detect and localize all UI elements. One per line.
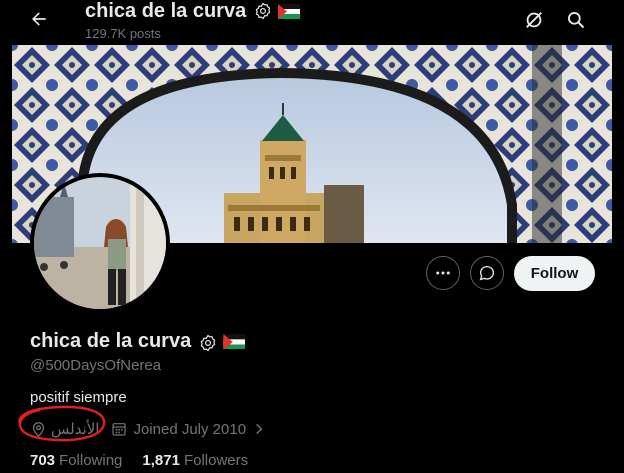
- posts-count: 129.7K posts: [85, 26, 161, 41]
- following-link[interactable]: 703 Following: [30, 452, 122, 469]
- more-horizontal-icon: [436, 271, 450, 275]
- location-item: الأندلس: [30, 420, 99, 438]
- joined-text: Joined July 2010: [133, 420, 247, 438]
- followers-link[interactable]: 1,871 Followers: [142, 452, 248, 469]
- location-pin-icon: [32, 421, 45, 437]
- follow-stats: 703 Following 1,871 Followers: [30, 452, 248, 469]
- top-bar: chica de la curva 129.7K posts: [0, 0, 624, 45]
- message-icon: [479, 265, 495, 281]
- more-button[interactable]: [426, 256, 460, 290]
- palestine-flag-icon: [278, 3, 301, 19]
- verified-org-badge-icon[interactable]: [199, 333, 217, 351]
- profile-name-row: chica de la curva: [30, 330, 246, 353]
- profile-meta: الأندلس Joined July 2010: [30, 419, 266, 439]
- chevron-right-icon: [256, 423, 263, 435]
- verified-org-badge-icon[interactable]: [254, 2, 272, 20]
- followers-count: 1,871: [142, 452, 180, 469]
- profile-bio: positif siempre: [30, 389, 127, 406]
- follow-button[interactable]: Follow: [514, 256, 595, 291]
- following-count: 703: [30, 452, 56, 469]
- header-title: chica de la curva: [85, 0, 247, 22]
- message-button[interactable]: [470, 256, 504, 290]
- palestine-flag-icon: [223, 334, 246, 349]
- calendar-icon: [112, 423, 127, 436]
- grok-button[interactable]: [520, 6, 548, 34]
- arrow-left-icon: [32, 12, 46, 26]
- joined-item[interactable]: Joined July 2010: [111, 421, 266, 438]
- grok-icon: [526, 12, 542, 28]
- search-button[interactable]: [562, 6, 590, 34]
- profile-handle: @500DaysOfNerea: [30, 357, 162, 374]
- followers-label: Followers: [183, 452, 249, 469]
- display-name: chica de la curva: [30, 330, 192, 352]
- back-button[interactable]: [24, 4, 54, 34]
- avatar[interactable]: [30, 173, 170, 313]
- location-text: الأندلس: [51, 421, 100, 438]
- avatar-image: [34, 177, 166, 309]
- header-title-block: chica de la curva 129.7K posts: [85, 0, 301, 41]
- following-label: Following: [59, 452, 123, 469]
- search-icon: [568, 12, 585, 29]
